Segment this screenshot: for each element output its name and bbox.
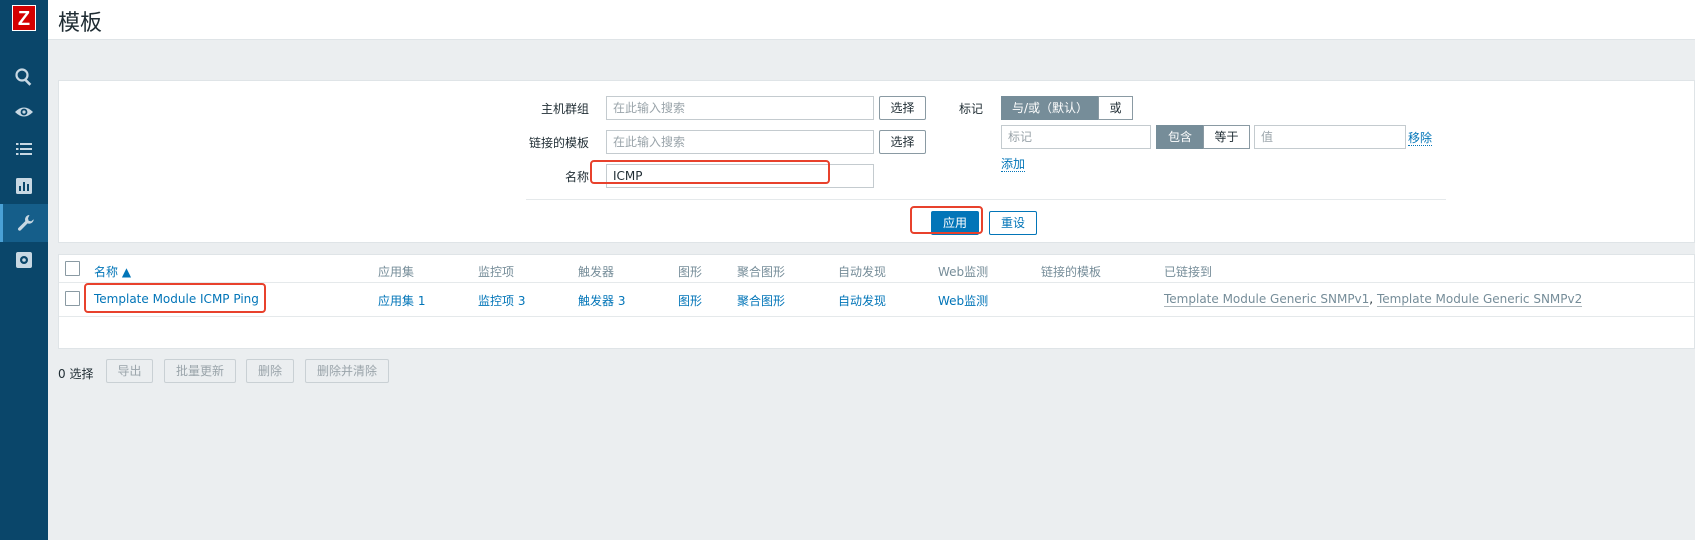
zabbix-logo[interactable]: Z [12,5,36,31]
tags-label: 标记 [959,102,984,116]
column-header-name[interactable]: 名称 ▲ [94,263,131,280]
host-group-label: 主机群组 [540,102,589,116]
graphs-link[interactable]: 图形 [678,292,702,309]
screens-link[interactable]: 聚合图形 [737,292,785,309]
column-header-linked-templates: 链接的模板 [1041,265,1102,279]
name-highlight-box [590,160,830,184]
eye-icon[interactable] [0,93,48,131]
column-header-screens: 聚合图形 [737,265,786,279]
linked-to-link-1[interactable]: Template Module Generic SNMPv1 [1164,292,1370,307]
triggers-link[interactable]: 触发器 3 [578,292,625,309]
tag-mode-or[interactable]: 或 [1098,96,1133,120]
column-header-discovery: 自动发现 [838,265,887,279]
export-button[interactable]: 导出 [106,359,153,383]
page-title: 模板 [58,11,103,36]
page-header: 模板 [48,0,1695,40]
applications-link[interactable]: 应用集 1 [378,292,425,309]
name-label: 名称 [564,170,589,184]
column-header-applications: 应用集 [378,265,415,279]
tag-value-input[interactable]: 值 [1254,125,1406,149]
tag-remove-link[interactable]: 移除 [1408,129,1433,146]
sidebar: Z [0,0,48,540]
linked-to-separator: , [1369,292,1374,306]
linked-template-input[interactable]: 在此输入搜索 [606,130,874,154]
column-header-items: 监控项 [478,265,515,279]
tag-name-input[interactable]: 标记 [1001,125,1151,149]
apply-highlight-box [910,206,983,234]
host-group-input[interactable]: 在此输入搜索 [606,96,874,120]
mass-update-button[interactable]: 批量更新 [164,359,236,383]
discovery-link[interactable]: 自动发现 [838,292,886,309]
linked-to-link-2[interactable]: Template Module Generic SNMPv2 [1376,292,1583,307]
tag-mode-and-or[interactable]: 与/或（默认） [1001,96,1099,120]
web-link[interactable]: Web监测 [938,292,988,309]
column-header-triggers: 触发器 [578,265,615,279]
header-separator [59,282,1694,283]
tag-op-equals[interactable]: 等于 [1203,125,1250,149]
row-checkbox[interactable] [65,291,80,306]
linked-template-select-button[interactable]: 选择 [879,130,926,154]
chart-icon[interactable] [0,167,48,205]
linked-to-cell: Template Module Generic SNMPv1, Template… [1164,292,1583,307]
wrench-icon[interactable] [0,204,48,242]
delete-and-clear-button[interactable]: 删除并清除 [305,359,389,383]
tag-add-link[interactable]: 添加 [1001,155,1026,172]
templates-table: 名称 ▲ 应用集 监控项 触发器 图形 聚合图形 自动发现 Web监测 链接的模… [58,254,1695,349]
reset-button[interactable]: 重设 [989,211,1037,235]
list-icon[interactable] [0,130,48,168]
filter-panel: 主机群组 在此输入搜索 选择 链接的模板 在此输入搜索 选择 名称 ICMP 标… [58,80,1695,243]
gear-icon[interactable] [0,241,48,279]
delete-button[interactable]: 删除 [246,359,294,383]
filter-divider [526,199,1446,200]
search-icon[interactable] [0,58,48,96]
column-header-web: Web监测 [938,265,989,279]
linked-template-label: 链接的模板 [528,136,589,150]
column-header-graphs: 图形 [678,265,703,279]
items-link[interactable]: 监控项 3 [478,292,525,309]
template-name-highlight-box [84,283,266,313]
column-header-linked-to: 已链接到 [1164,265,1213,279]
selected-count: 0 选择 [58,367,94,381]
host-group-select-button[interactable]: 选择 [879,96,926,120]
select-all-checkbox[interactable] [65,261,80,276]
row-separator [59,316,1694,317]
tag-op-contains[interactable]: 包含 [1156,125,1204,149]
